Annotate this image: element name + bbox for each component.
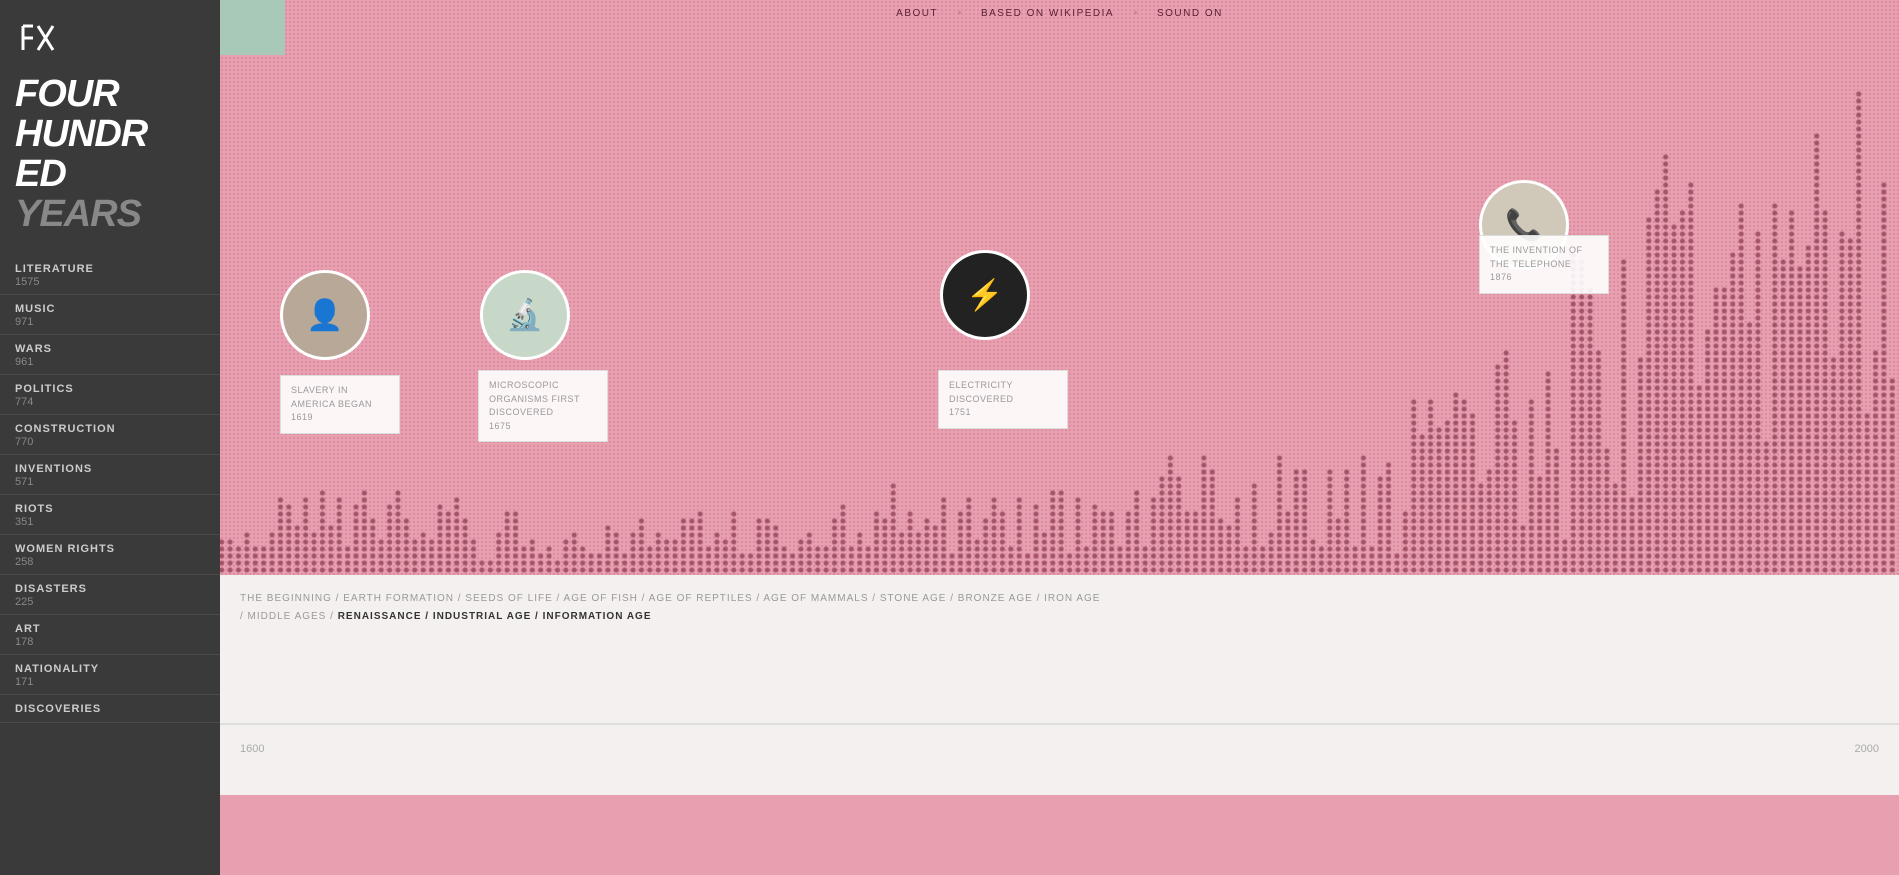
nav-count: 351 — [15, 516, 205, 528]
telephone-label: THE INVENTION OF THE TELEPHONE 1876 — [1479, 235, 1609, 294]
microscopic-label: MICROSCOPIC ORGANISMS FIRST DISCOVERED 1… — [478, 370, 608, 442]
pink-bottom-bar — [220, 795, 1899, 875]
sidebar-item-disasters[interactable]: DISASTERS 225 — [0, 575, 220, 615]
electricity-year: 1751 — [949, 406, 1057, 420]
title-years: YEARS — [15, 195, 205, 235]
era-labels: THE BEGINNING / EARTH FORMATION / SEEDS … — [220, 575, 1899, 634]
sidebar-item-art[interactable]: ART 178 — [0, 615, 220, 655]
nav-label: DISASTERS — [15, 583, 205, 595]
nav-count: 225 — [15, 596, 205, 608]
title-block: FOURHUNDRED YEARS — [0, 70, 220, 250]
about-link[interactable]: ABOUT — [896, 8, 938, 19]
nav-count: 971 — [15, 316, 205, 328]
nav-label: POLITICS — [15, 383, 205, 395]
nav-label: CONSTRUCTION — [15, 423, 205, 435]
top-navigation: ABOUT ◦ BASED ON WIKIPEDIA ◦ SOUND ON — [220, 8, 1899, 19]
timeline-bar — [220, 723, 1899, 725]
telephone-title: THE INVENTION OF THE TELEPHONE — [1490, 244, 1598, 271]
nav-count: 258 — [15, 556, 205, 568]
dot-chart-canvas — [220, 0, 1899, 575]
era-line-2: / MIDDLE AGES / RENAISSANCE / INDUSTRIAL… — [240, 608, 1879, 626]
title-main: FOURHUNDRED — [15, 75, 205, 195]
slavery-image: 👤 — [280, 270, 370, 360]
nav-label: LITERATURE — [15, 263, 205, 275]
nav-count: 171 — [15, 676, 205, 688]
nav-count: 178 — [15, 636, 205, 648]
microscopic-year: 1675 — [489, 420, 597, 434]
nav-label: DISCOVERIES — [15, 703, 205, 715]
sidebar: FOURHUNDRED YEARS LITERATURE 1575 MUSIC … — [0, 0, 220, 875]
slavery-year: 1619 — [291, 411, 389, 425]
nav-list: LITERATURE 1575 MUSIC 971 WARS 961 POLIT… — [0, 250, 220, 875]
slavery-label: SLAVERY IN AMERICA BEGAN 1619 — [280, 375, 400, 434]
bottom-section: THE BEGINNING / EARTH FORMATION / SEEDS … — [220, 575, 1899, 875]
nav-label: WARS — [15, 343, 205, 355]
main-area: ABOUT ◦ BASED ON WIKIPEDIA ◦ SOUND ON 👤 … — [220, 0, 1899, 875]
microscopic-image: 🔬 — [480, 270, 570, 360]
nav-count: 961 — [15, 356, 205, 368]
electricity-label: ELECTRICITY DISCOVERED 1751 — [938, 370, 1068, 429]
electricity-image: ⚡ — [940, 250, 1030, 340]
year-labels: 1600 2000 — [220, 743, 1899, 755]
nav-count: 774 — [15, 396, 205, 408]
nav-label: INVENTIONS — [15, 463, 205, 475]
nav-count: 1575 — [15, 276, 205, 288]
nav-label: MUSIC — [15, 303, 205, 315]
logo-icon — [15, 15, 60, 60]
sidebar-item-inventions[interactable]: INVENTIONS 571 — [0, 455, 220, 495]
callout-slavery: 👤 — [280, 270, 370, 360]
year-1600: 1600 — [240, 743, 264, 755]
sidebar-item-discoveries[interactable]: DISCOVERIES — [0, 695, 220, 723]
microscopic-title: MICROSCOPIC ORGANISMS FIRST DISCOVERED — [489, 379, 597, 420]
sidebar-item-nationality[interactable]: NATIONALITY 171 — [0, 655, 220, 695]
sidebar-item-music[interactable]: MUSIC 971 — [0, 295, 220, 335]
nav-label: RIOTS — [15, 503, 205, 515]
callout-microscopic: 🔬 — [480, 270, 570, 360]
sidebar-item-wars[interactable]: WARS 961 — [0, 335, 220, 375]
nav-label: WOMEN RIGHTS — [15, 543, 205, 555]
visualization-area — [220, 0, 1899, 575]
era-bold: RENAISSANCE / INDUSTRIAL AGE / INFORMATI… — [338, 611, 652, 622]
sidebar-item-construction[interactable]: CONSTRUCTION 770 — [0, 415, 220, 455]
sidebar-item-women-rights[interactable]: WOMEN RIGHTS 258 — [0, 535, 220, 575]
nav-label: ART — [15, 623, 205, 635]
sidebar-item-politics[interactable]: POLITICS 774 — [0, 375, 220, 415]
electricity-title: ELECTRICITY DISCOVERED — [949, 379, 1057, 406]
slavery-title: SLAVERY IN AMERICA BEGAN — [291, 384, 389, 411]
nav-dot-1: ◦ — [958, 8, 961, 19]
nav-dot-2: ◦ — [1134, 8, 1137, 19]
era-line-1: THE BEGINNING / EARTH FORMATION / SEEDS … — [240, 590, 1879, 608]
sound-toggle[interactable]: SOUND ON — [1157, 8, 1223, 19]
era-pre-bold: / MIDDLE AGES / — [240, 611, 334, 622]
nav-count: 770 — [15, 436, 205, 448]
based-on-link[interactable]: BASED ON WIKIPEDIA — [981, 8, 1114, 19]
nav-label: NATIONALITY — [15, 663, 205, 675]
sidebar-item-riots[interactable]: RIOTS 351 — [0, 495, 220, 535]
telephone-year: 1876 — [1490, 271, 1598, 285]
year-2000: 2000 — [1855, 743, 1879, 755]
callout-electricity: ⚡ — [940, 250, 1030, 340]
logo-area — [0, 0, 220, 70]
sidebar-item-literature[interactable]: LITERATURE 1575 — [0, 255, 220, 295]
nav-count: 571 — [15, 476, 205, 488]
